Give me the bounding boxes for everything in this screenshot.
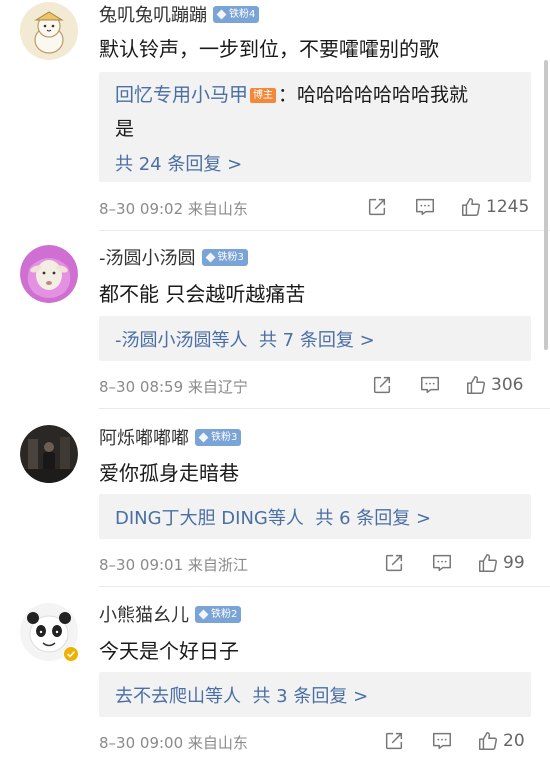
username-text: -汤圆小汤圆: [99, 248, 196, 269]
diamond-icon: [205, 252, 215, 262]
comment-text: 都不能 只会越听越痛苦: [99, 282, 306, 306]
avatar[interactable]: [20, 245, 78, 303]
comment-item: 兔叽兔叽蹦蹦 铁粉4 默认铃声，一步到位，不要嚯嚯别的歌 回忆专用小马甲 博主 ：哈…: [0, 0, 550, 231]
comment-text: 爱你孤身走暗巷: [99, 461, 239, 485]
reply-box[interactable]: 去不去爬山等人 共 3 条回复 >: [99, 672, 531, 717]
fan-badge-label: 铁粉4: [229, 8, 256, 20]
diamond-icon: [216, 9, 227, 19]
reply-count-link[interactable]: 去不去爬山等人 共 3 条回复 >: [115, 682, 368, 708]
reply-participants: -汤圆小汤圆等人: [115, 329, 248, 351]
thumbs-up-icon[interactable]: [477, 552, 499, 574]
reply-text-line1: ：哈哈哈哈哈哈哈我就: [278, 84, 469, 106]
action-bar: 1245: [366, 196, 529, 218]
fan-badge-label: 铁粉2: [211, 608, 238, 620]
comment-text: 默认铃声，一步到位，不要嚯嚯别的歌: [99, 37, 439, 61]
action-bar: 306: [371, 374, 523, 396]
reply-count-link[interactable]: 共 24 条回复 >: [115, 150, 515, 176]
username[interactable]: -汤圆小汤圆 铁粉3: [99, 245, 248, 269]
host-badge: 博主: [250, 88, 277, 103]
comment-icon[interactable]: [419, 374, 441, 396]
comment-text: 今天是个好日子: [99, 639, 239, 663]
username-text: 兔叽兔叽蹦蹦: [99, 5, 207, 26]
username[interactable]: 小熊猫幺儿 铁粉2: [99, 602, 242, 626]
username[interactable]: 阿烁嘟嘟嘟 铁粉3: [99, 425, 242, 449]
reply-count-link[interactable]: DING丁大胆 DING等人 共 6 条回复 >: [115, 504, 431, 530]
fan-badge: 铁粉4: [213, 5, 260, 23]
username[interactable]: 兔叽兔叽蹦蹦 铁粉4: [99, 2, 260, 26]
share-icon[interactable]: [383, 730, 405, 752]
diamond-icon: [198, 609, 209, 619]
reply-participants: DING丁大胆 DING等人: [115, 507, 304, 529]
reply-count-link[interactable]: -汤圆小汤圆等人 共 7 条回复 >: [115, 326, 375, 352]
reply-count: 共 3 条回复 >: [252, 685, 369, 707]
verified-icon: [63, 646, 79, 662]
thumbs-up-icon[interactable]: [465, 374, 487, 396]
reply-box[interactable]: 回忆专用小马甲 博主 ：哈哈哈哈哈哈哈我就 是 共 24 条回复 >: [99, 72, 531, 182]
like-count: 306: [491, 375, 524, 395]
fan-badge: 铁粉3: [201, 248, 248, 266]
fan-badge-label: 铁粉3: [217, 251, 244, 263]
avatar[interactable]: [20, 425, 78, 483]
comment-meta: 8–30 09:01 来自浙江: [99, 556, 248, 574]
comment-meta: 8–30 09:02 来自山东: [99, 200, 248, 218]
avatar[interactable]: [20, 2, 78, 60]
share-icon[interactable]: [383, 552, 405, 574]
reply-preview: 回忆专用小马甲 博主 ：哈哈哈哈哈哈哈我就: [115, 78, 515, 112]
username-text: 小熊猫幺儿: [99, 605, 189, 626]
like-count: 20: [503, 731, 525, 751]
reply-author[interactable]: 回忆专用小马甲: [115, 84, 248, 106]
share-icon[interactable]: [366, 196, 388, 218]
thumbs-up-icon[interactable]: [477, 730, 499, 752]
reply-participants: 去不去爬山等人: [115, 685, 241, 707]
reply-box[interactable]: -汤圆小汤圆等人 共 7 条回复 >: [99, 316, 531, 361]
diamond-icon: [198, 432, 209, 442]
action-bar: 99: [383, 552, 525, 574]
comment-icon[interactable]: [414, 196, 436, 218]
scrollbar[interactable]: [544, 60, 548, 350]
like-count: 99: [503, 553, 525, 573]
comment-meta: 8–30 08:59 来自辽宁: [99, 378, 248, 396]
comment-meta: 8–30 09:00 来自山东: [99, 734, 248, 752]
reply-count: 共 6 条回复 >: [315, 507, 432, 529]
fan-badge-label: 铁粉3: [211, 431, 238, 443]
comment-icon[interactable]: [431, 730, 453, 752]
fan-badge: 铁粉2: [195, 605, 242, 623]
comment-item: 小熊猫幺儿 铁粉2 今天是个好日子 去不去爬山等人 共 3 条回复 > 8–30…: [0, 587, 550, 766]
reply-count: 共 7 条回复 >: [258, 329, 375, 351]
reply-text-line2: 是: [115, 118, 135, 140]
action-bar: 20: [383, 730, 525, 752]
username-text: 阿烁嘟嘟嘟: [99, 428, 189, 449]
share-icon[interactable]: [371, 374, 393, 396]
thumbs-up-icon[interactable]: [460, 196, 482, 218]
comment-item: 阿烁嘟嘟嘟 铁粉3 爱你孤身走暗巷 DING丁大胆 DING等人 共 6 条回复…: [0, 409, 550, 587]
fan-badge: 铁粉3: [195, 428, 242, 446]
comment-item: -汤圆小汤圆 铁粉3 都不能 只会越听越痛苦 -汤圆小汤圆等人 共 7 条回复 …: [0, 231, 550, 409]
like-count: 1245: [486, 197, 530, 217]
comment-icon[interactable]: [431, 552, 453, 574]
reply-box[interactable]: DING丁大胆 DING等人 共 6 条回复 >: [99, 494, 531, 539]
avatar[interactable]: [20, 603, 79, 662]
